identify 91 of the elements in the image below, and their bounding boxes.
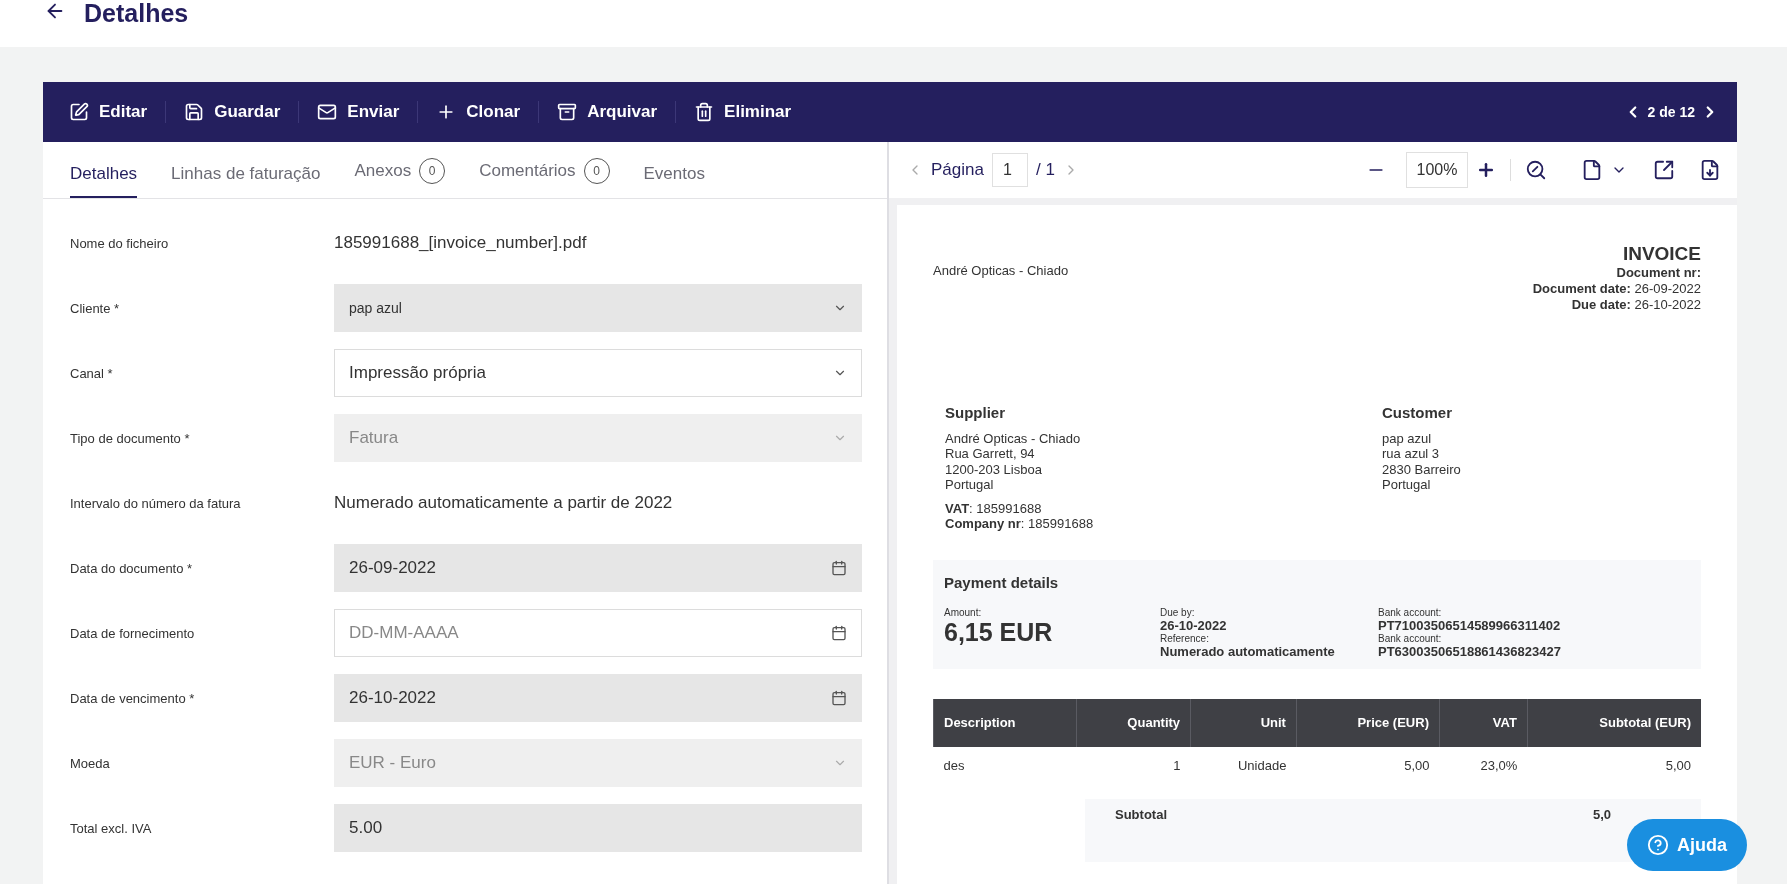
select-field[interactable]: pap azul: [334, 284, 862, 332]
field-label: Moeda: [70, 755, 111, 771]
payment-label: Due by:: [1160, 606, 1196, 618]
date-field[interactable]: DD-MM-AAAA: [334, 609, 862, 657]
field-label: Canal *: [70, 365, 114, 381]
party-id: VAT: 185991688: [945, 500, 1043, 516]
invoice-title: INVOICE: [1622, 243, 1701, 265]
calendar-icon: [831, 690, 847, 706]
page-title: Detalhes: [84, 0, 189, 26]
table-cell: 5,00: [1296, 746, 1440, 785]
field-label: Cliente *: [70, 300, 121, 316]
amount-label: Amount:: [944, 606, 983, 618]
open-external-icon[interactable]: [1653, 159, 1675, 181]
payment-value: Numerado automaticamente: [1160, 643, 1336, 659]
amount-value: 6,15 EUR: [944, 617, 1054, 647]
field-label: Total excl. IVA: [70, 820, 153, 836]
column-header: Subtotal (EUR): [1527, 698, 1701, 747]
field-value: Numerado automaticamente a partir de 2022: [334, 493, 674, 513]
table-cell: Unidade: [1190, 746, 1297, 785]
edit-icon: [69, 102, 89, 122]
address-line: rua azul 3: [1382, 446, 1441, 462]
toolbar-button[interactable]: Clonar: [428, 96, 529, 128]
payment-value: PT63003506518861436823427: [1378, 643, 1562, 659]
party-id: Company nr: 185991688: [945, 516, 1095, 532]
page-input[interactable]: 1: [991, 153, 1028, 187]
page-total: / 1: [1035, 160, 1055, 180]
toolbar-button[interactable]: Enviar: [309, 96, 408, 128]
input-field[interactable]: 5.00: [334, 804, 862, 852]
toolbar-button[interactable]: Guardar: [176, 96, 289, 128]
payment-value: PT71003506514589966311402: [1378, 617, 1562, 633]
column-header: VAT: [1439, 698, 1528, 747]
field-label: Intervalo do número da fatura: [70, 495, 242, 511]
payment-label: Bank account:: [1378, 632, 1443, 644]
payment-value: 26-10-2022: [1160, 617, 1228, 633]
address-line: Rua Garrett, 94: [945, 446, 1036, 462]
calendar-icon: [831, 560, 847, 576]
total-label: Subtotal: [1115, 806, 1167, 822]
field-label: Data do documento *: [70, 560, 194, 576]
invoice-meta: Document nr:: [1616, 265, 1701, 281]
help-icon: [1647, 834, 1669, 856]
column-header: Price (EUR): [1296, 698, 1440, 747]
address-line: Portugal: [1382, 477, 1432, 493]
date-field[interactable]: 26-09-2022: [334, 544, 862, 592]
tab[interactable]: Comentários 0: [479, 158, 610, 198]
table-cell: des: [933, 746, 1077, 785]
select-field[interactable]: Impressão própria: [334, 349, 862, 397]
zoom-in-icon[interactable]: [1476, 160, 1496, 180]
toolbar-button[interactable]: Eliminar: [686, 96, 800, 128]
tab[interactable]: Detalhes: [70, 164, 138, 198]
search-slash-icon[interactable]: [1525, 159, 1547, 181]
column-header: Description: [933, 698, 1077, 747]
toolbar-button[interactable]: Editar: [61, 96, 156, 128]
company-name: André Opticas - Chiado: [933, 263, 1069, 278]
column-header: Quantity: [1076, 698, 1191, 747]
total-value: 5,0: [1592, 806, 1611, 822]
address-line: 1200-203 Lisboa: [945, 461, 1043, 477]
envelope-icon: [317, 102, 338, 122]
toolbar-button[interactable]: Arquivar: [549, 96, 666, 128]
address-line: André Opticas - Chiado: [945, 430, 1082, 446]
party-heading: Supplier: [945, 405, 1006, 421]
table-cell: 23,0%: [1439, 746, 1528, 785]
calendar-icon: [831, 625, 847, 641]
field-label: Data de fornecimento: [70, 625, 196, 641]
address-line: pap azul: [1382, 430, 1433, 446]
party-heading: Customer: [1382, 405, 1453, 421]
table-cell: 5,00: [1527, 746, 1701, 785]
invoice-meta: Due date: 26-10-2022: [1571, 297, 1701, 313]
save-icon: [184, 102, 205, 122]
address-line: Portugal: [945, 477, 995, 493]
file-icon[interactable]: [1581, 159, 1603, 181]
trash-icon: [694, 102, 715, 122]
payment-label: Bank account:: [1378, 606, 1443, 618]
column-header: Unit: [1190, 698, 1297, 747]
field-label: Data de vencimento *: [70, 690, 196, 706]
archive-box-icon: [557, 102, 578, 122]
field-label: Nome do ficheiro: [70, 235, 170, 251]
payment-label: Reference:: [1160, 632, 1210, 644]
tab[interactable]: Linhas de faturação: [171, 164, 321, 198]
page-label: Página: [931, 160, 984, 180]
field-value: 185991688_[invoice_number].pdf: [334, 233, 588, 253]
zoom-field[interactable]: 100%: [1406, 152, 1468, 188]
table-cell: 1: [1076, 746, 1191, 785]
field-label: Tipo de documento *: [70, 430, 191, 446]
tab[interactable]: Eventos: [643, 164, 705, 198]
address-line: 2830 Barreiro: [1382, 461, 1462, 477]
pager-text: 2 de 12: [1647, 104, 1695, 120]
tab[interactable]: Anexos 0: [354, 158, 446, 198]
file-download-icon[interactable]: [1699, 159, 1721, 181]
invoice-meta: Document date: 26-09-2022: [1532, 281, 1701, 297]
date-field[interactable]: 26-10-2022: [334, 674, 862, 722]
payment-title: Payment details: [944, 573, 1060, 591]
